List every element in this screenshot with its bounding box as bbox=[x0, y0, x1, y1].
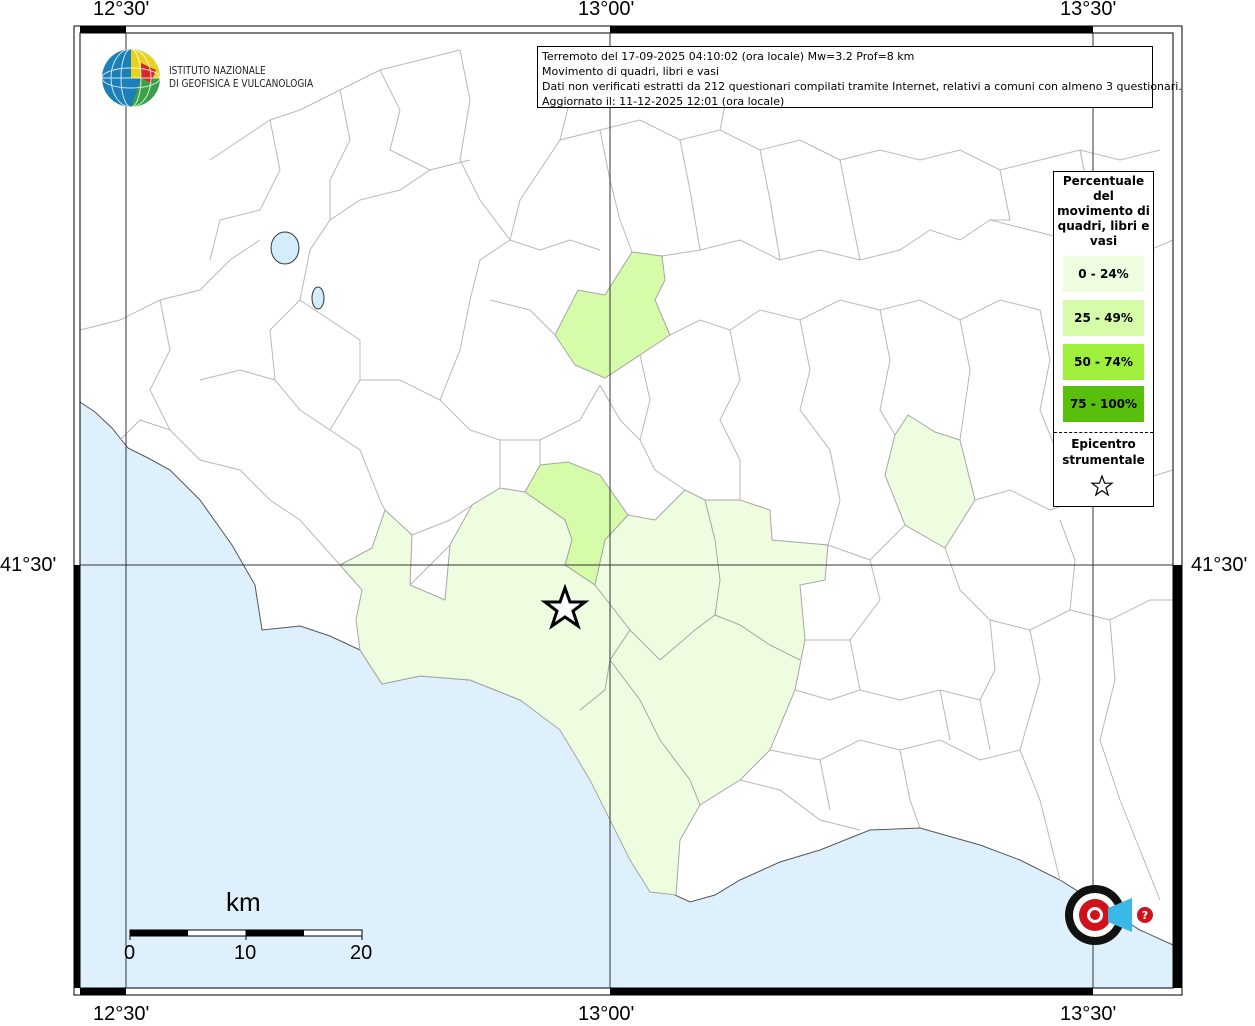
event-info-line1: Terremoto del 17-09-2025 04:10:02 (ora l… bbox=[542, 50, 915, 63]
map-canvas: ? bbox=[73, 25, 1183, 996]
event-info-line4: Aggiornato il: 11-12-2025 12:01 (ora loc… bbox=[542, 95, 785, 108]
lon-label-top-1: 12°30' bbox=[93, 0, 150, 20]
event-info-box: Terremoto del 17-09-2025 04:10:02 (ora l… bbox=[537, 46, 1182, 108]
lake-albano bbox=[270, 231, 300, 265]
ingv-globe-icon bbox=[101, 48, 161, 108]
legend-item-25-49: 25 - 49% bbox=[1063, 300, 1144, 336]
svg-text:?: ? bbox=[1142, 909, 1148, 922]
event-info-line2: Movimento di quadri, libri e vasi bbox=[542, 65, 720, 78]
lon-label-bottom-1: 12°30' bbox=[93, 1003, 150, 1025]
legend-item-50-74: 50 - 74% bbox=[1063, 344, 1144, 380]
lon-label-bottom-2: 13°00' bbox=[578, 1003, 635, 1025]
legend-divider bbox=[1054, 432, 1153, 433]
star-icon bbox=[1090, 474, 1114, 497]
legend-item-75-100: 75 - 100% bbox=[1063, 386, 1144, 422]
ingv-logo-text: ISTITUTO NAZIONALE DI GEOFISICA E VULCAN… bbox=[169, 64, 313, 90]
lake-nemi bbox=[311, 286, 325, 310]
legend: Percentuale del movimento di quadri, lib… bbox=[1053, 171, 1154, 507]
scale-unit-label: km bbox=[226, 887, 261, 917]
lon-label-top-2: 13°00' bbox=[578, 0, 635, 20]
scale-label-0: 0 bbox=[124, 942, 136, 964]
legend-title: Percentuale del movimento di quadri, lib… bbox=[1057, 174, 1150, 248]
ingv-logo-line1: ISTITUTO NAZIONALE bbox=[169, 64, 266, 77]
scale-label-10: 10 bbox=[234, 942, 257, 964]
lat-label-left: 41°30' bbox=[0, 554, 57, 576]
lat-label-right: 41°30' bbox=[1191, 554, 1248, 576]
lon-label-top-3: 13°30' bbox=[1060, 0, 1117, 20]
legend-item-0-24: 0 - 24% bbox=[1063, 256, 1144, 292]
scale-label-20: 20 bbox=[350, 942, 373, 964]
lon-label-bottom-3: 13°30' bbox=[1060, 1003, 1117, 1025]
legend-epicenter-label: Epicentro strumentale bbox=[1062, 437, 1145, 467]
event-info-line3: Dati non verificati estratti da 212 ques… bbox=[542, 80, 1182, 93]
ingv-logo-line2: DI GEOFISICA E VULCANOLOGIA bbox=[169, 77, 314, 90]
